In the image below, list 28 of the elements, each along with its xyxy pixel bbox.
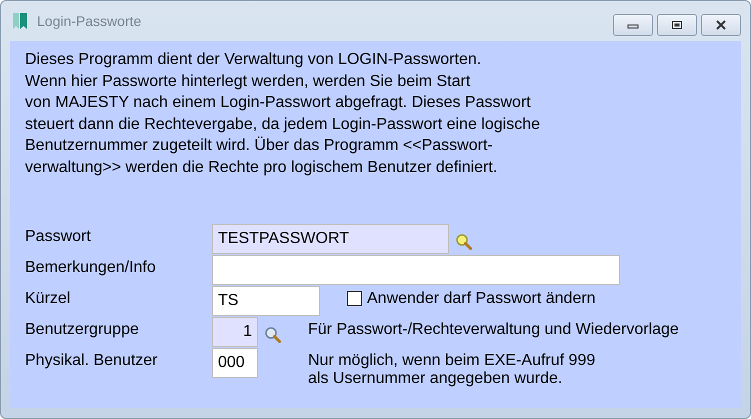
maximize-icon [671,20,683,30]
minimize-button[interactable] [613,14,653,36]
field-label: Bemerkungen/Info [25,258,157,277]
close-button[interactable] [701,14,741,36]
field-label: Benutzergruppe [25,320,140,339]
bookmark-icon [13,13,27,29]
input-field[interactable]: TS [212,286,320,316]
search-icon[interactable] [264,326,282,344]
description-line: verwaltung>> werden die Rechte pro logischem Benutzer definiert. [25,158,498,178]
description-line: Dieses Programm dient der Verwaltung von LOGIN-Passworten. [25,50,482,70]
field-label: Kürzel [25,288,72,308]
close-icon [715,20,727,30]
input-field[interactable]: 1 [212,316,258,347]
input-field[interactable] [212,254,620,285]
maximize-button[interactable] [657,14,697,36]
hint-text: Für Passwort-/Rechteverwaltung und Wiedervorlage [308,320,679,339]
description-line: von MAJESTY nach einem Login-Passwort abgefragt. Dieses Passwort [25,93,532,114]
description-line: Wenn hier Passworte hinterlegt werden, werden Sie beim Start [25,72,472,92]
field-label: Physikal. Benutzer [25,350,159,370]
search-icon[interactable] [455,232,473,251]
input-field[interactable]: 000 [212,348,258,378]
checkbox[interactable]: Anwender darf Passwort ändern [347,286,596,308]
input-field[interactable]: TESTPASSWORT [212,224,449,254]
description-line: Benutzernummer zugeteilt wird. Über das Programm <<Passwort- [25,136,494,156]
hint-text: Nur möglich, wenn beim EXE-Aufruf 999 als Usernummer angegeben wurde. [308,350,596,388]
description-line: steuert dann die Rechtevergabe, da jedem Login-Passwort eine logische [25,114,541,135]
field-label: Passwort [25,226,92,246]
window-title: Login-Passworte [37,13,142,29]
